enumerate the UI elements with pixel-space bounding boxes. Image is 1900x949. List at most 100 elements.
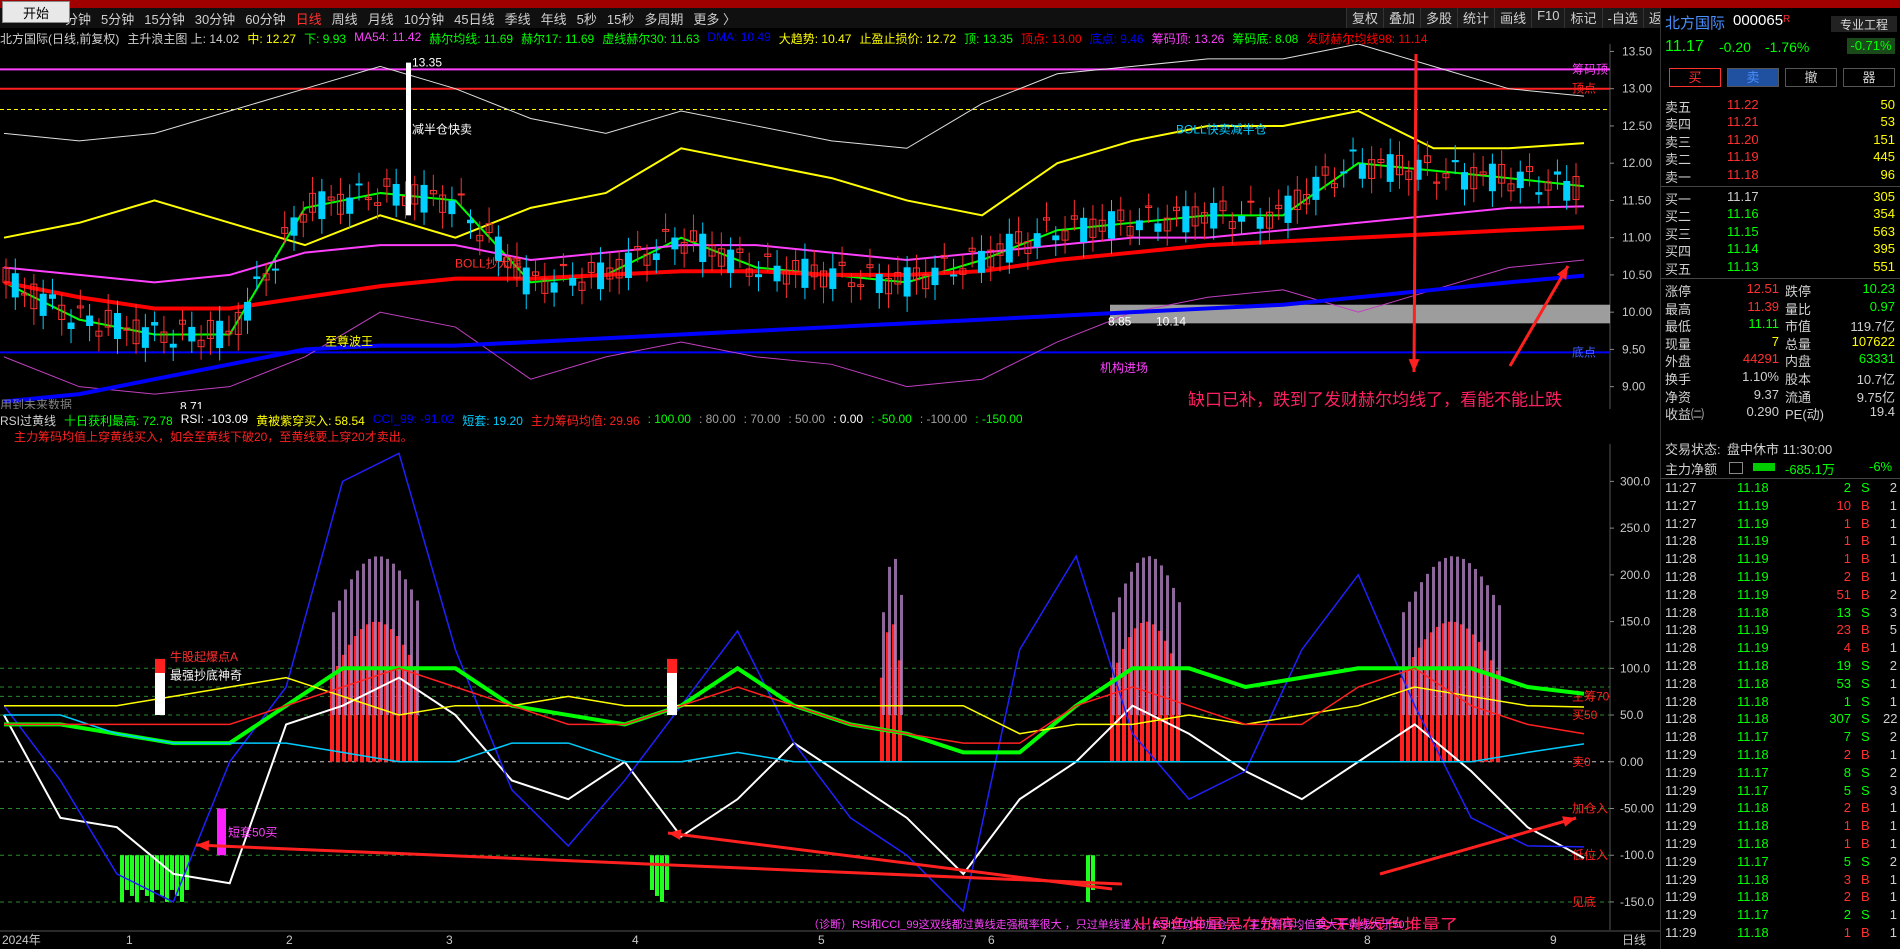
date-axis-label: 2024年 <box>2 933 41 947</box>
tick-side: B <box>1861 925 1870 940</box>
period-tab-15[interactable]: 更多 〉 <box>688 9 741 28</box>
purple-volume-bar <box>356 570 359 716</box>
chart-annotation: 13.35 <box>412 55 442 69</box>
trade-button-0[interactable]: 买 <box>1669 68 1721 87</box>
stat-value: 9.37 <box>1753 386 1779 402</box>
tool-button-3[interactable]: 统计 <box>1457 8 1495 28</box>
tick-time: 11:28 <box>1665 640 1697 656</box>
period-tab-7[interactable]: 月线 <box>363 9 399 28</box>
chart-annotation: 8.85 <box>1108 315 1132 329</box>
indicator-axis-label: -100.0 <box>1620 848 1654 862</box>
tick-time: 11:28 <box>1665 533 1697 549</box>
netflow-value: -685.1万 <box>1785 462 1835 477</box>
candle-body <box>569 277 577 286</box>
purple-volume-bar <box>1136 562 1139 716</box>
main-price-chart[interactable]: 13.50 13.00 12.50 12.00 11.50 11.00 10.50 10.00… <box>0 44 1660 409</box>
period-tab-9[interactable]: 45日线 <box>449 9 499 28</box>
date-axis-label: 6 <box>988 933 995 947</box>
legend-item: : -50.00 <box>871 412 912 426</box>
legend-item: 黄被紫穿买入: 58.54 <box>256 414 365 428</box>
trade-button-2[interactable]: 撤 <box>1785 68 1837 87</box>
purple-volume-bar <box>392 563 395 716</box>
tick-price: 11.19 <box>1737 586 1769 602</box>
green-volume-bar <box>655 855 659 896</box>
period-tab-5[interactable]: 日线 <box>291 9 327 28</box>
netflow-menu-icon[interactable] <box>1729 462 1743 474</box>
tool-button-0[interactable]: 复权 <box>1346 8 1384 28</box>
green-volume-bar <box>665 855 669 890</box>
purple-volume-bar <box>894 558 897 716</box>
tool-button-2[interactable]: 多股 <box>1420 8 1458 28</box>
tool-button-5[interactable]: F10 <box>1531 8 1565 28</box>
start-button[interactable]: 开始 <box>2 1 70 23</box>
period-tab-10[interactable]: 季线 <box>500 9 536 28</box>
period-tab-3[interactable]: 30分钟 <box>190 9 240 28</box>
stat-label: 最低 <box>1665 319 1692 335</box>
indicator-chart[interactable]: 300.0 250.0 200.0 150.0 100.0 50.0 0.00 -50.00 -… <box>0 444 1660 930</box>
candle-body <box>1256 217 1264 229</box>
ticks-divider <box>1661 478 1900 479</box>
indicator-legend: RSI过黄线 十日获利最高: 72.78 RSI: -103.09 黄被紫穿买入: 5… <box>0 412 1023 429</box>
stat-value: 107622 <box>1851 333 1895 349</box>
tick-volume: 8 <box>1843 764 1851 780</box>
candle-body <box>1108 211 1116 239</box>
tick-side: B <box>1861 871 1870 887</box>
ask-label: 卖一 <box>1665 169 1692 185</box>
chart-annotation: 减半仓快卖 <box>412 122 472 136</box>
period-tab-14[interactable]: 多周期 <box>639 9 688 28</box>
trade-status-label: 交易状态: <box>1665 442 1721 457</box>
period-tab-11[interactable]: 年线 <box>536 9 572 28</box>
indicator-note: 主力筹码均值上穿黄线买入，如会至黄线下破20，至黄线要上穿20才卖出。 <box>14 430 413 444</box>
tool-button-4[interactable]: 画线 <box>1494 8 1532 28</box>
tick-count: 1 <box>1889 818 1897 834</box>
pro-tag[interactable]: 专业工程 <box>1831 16 1897 32</box>
purple-volume-bar <box>386 558 389 716</box>
tool-button-1[interactable]: 叠加 <box>1383 8 1421 28</box>
tool-button-7[interactable]: -自选 <box>1601 8 1643 28</box>
stat-value: 11.39 <box>1747 298 1779 314</box>
purple-volume-bar <box>882 612 885 716</box>
tick-side: B <box>1861 889 1870 905</box>
tick-time: 11:28 <box>1665 693 1697 709</box>
indicator-annotation: 牛股起爆点A <box>170 649 238 664</box>
stat-value: 10.7亿 <box>1856 372 1895 387</box>
price-axis-label: 13.00 <box>1622 82 1652 96</box>
candle-body <box>1312 176 1320 200</box>
current-price: 11.17 <box>1665 38 1704 55</box>
period-tab-1[interactable]: 5分钟 <box>96 9 139 28</box>
period-tab-2[interactable]: 15分钟 <box>139 9 189 28</box>
period-tab-13[interactable]: 15秒 <box>602 9 639 28</box>
tick-time: 11:29 <box>1665 836 1697 851</box>
tick-time: 11:28 <box>1665 729 1697 745</box>
bid-volume: 551 <box>1873 258 1895 274</box>
tool-button-6[interactable]: 标记 <box>1564 8 1602 28</box>
purple-volume-bar <box>1498 605 1501 716</box>
stat-value: 12.51 <box>1746 281 1779 296</box>
tick-time: 11:29 <box>1665 764 1697 780</box>
tick-side: S <box>1861 764 1870 780</box>
tick-side: B <box>1861 497 1870 513</box>
tick-volume: 2 <box>1843 747 1851 762</box>
price-axis-label: 11.00 <box>1622 231 1651 245</box>
callout-arrow-head <box>1562 816 1576 827</box>
tick-price: 11.19 <box>1737 551 1769 567</box>
chart-annotation: 8.71 <box>180 399 204 409</box>
period-tab-12[interactable]: 5秒 <box>572 9 602 28</box>
tick-price: 11.19 <box>1737 533 1769 549</box>
tick-time: 11:28 <box>1665 658 1697 673</box>
ask-label: 卖四 <box>1665 117 1692 133</box>
date-axis-label: 1 <box>126 933 133 947</box>
bid-label: 买一 <box>1665 192 1692 207</box>
period-tab-4[interactable]: 60分钟 <box>240 9 290 28</box>
date-axis-label: 4 <box>632 933 639 947</box>
tick-time: 11:29 <box>1665 782 1697 798</box>
period-tab-6[interactable]: 周线 <box>327 9 363 28</box>
period-tab-8[interactable]: 10分钟 <box>399 9 449 28</box>
ask-price: 11.18 <box>1727 166 1759 182</box>
tick-volume: 1 <box>1843 533 1851 549</box>
netflow-pct: -6% <box>1869 459 1893 474</box>
trade-button-3[interactable]: 器 <box>1843 68 1895 87</box>
trade-button-1[interactable]: 卖 <box>1727 68 1779 87</box>
tick-price: 11.17 <box>1737 764 1769 780</box>
candle-body <box>801 258 809 288</box>
